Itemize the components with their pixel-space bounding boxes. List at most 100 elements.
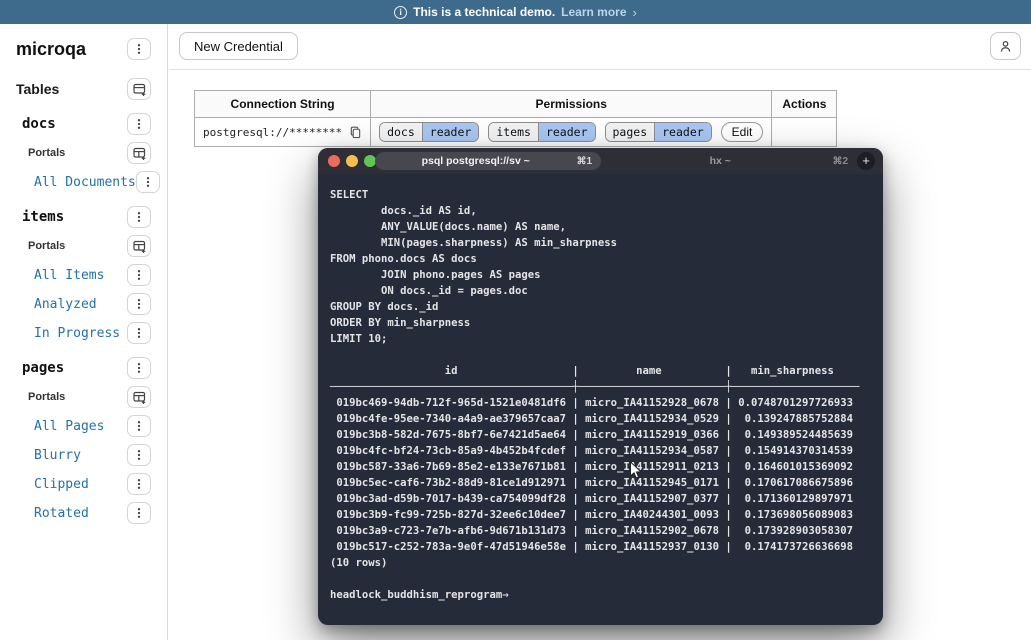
- add-portal-button[interactable]: [127, 142, 151, 164]
- portals-label: Portals: [28, 147, 65, 159]
- portal-add-icon: [132, 390, 147, 405]
- kebab-icon: [132, 210, 146, 224]
- sidebar-portal-blurry: Blurry: [0, 444, 167, 466]
- header-permissions: Permissions: [371, 91, 772, 118]
- portals-header: Portals: [0, 235, 167, 257]
- new-tab-button[interactable]: +: [857, 152, 875, 170]
- table-menu-button[interactable]: [127, 206, 151, 228]
- portals-label: Portals: [28, 391, 65, 403]
- chevron-right-icon: ›: [633, 5, 637, 20]
- portal-menu-button[interactable]: [127, 415, 151, 437]
- table-menu-button[interactable]: [127, 357, 151, 379]
- sidebar-portal-all-items: All Items: [0, 264, 167, 286]
- credentials-section: Connection String Permissions Actions po…: [169, 70, 1031, 147]
- chip-role: reader: [422, 123, 479, 141]
- sidebar-portal-in-progress: In Progress: [0, 322, 167, 344]
- portal-menu-button[interactable]: [127, 444, 151, 466]
- sidebar-portal-analyzed: Analyzed: [0, 293, 167, 315]
- portal-add-icon: [132, 239, 147, 254]
- connection-string-value: postgresql://********: [203, 126, 342, 139]
- sidebar-portal-clipped: Clipped: [0, 473, 167, 495]
- add-portal-button[interactable]: [127, 235, 151, 257]
- portal-link[interactable]: All Pages: [34, 419, 104, 434]
- add-portal-button[interactable]: [127, 386, 151, 408]
- sidebar-portal-all-documents: All Documents: [0, 171, 167, 193]
- portal-menu-button[interactable]: [127, 502, 151, 524]
- toolbar: New Credential: [169, 24, 1031, 70]
- edit-permissions-button[interactable]: Edit: [721, 122, 764, 142]
- kebab-icon: [132, 326, 146, 340]
- portal-menu-button[interactable]: [127, 322, 151, 344]
- portal-link[interactable]: Clipped: [34, 477, 89, 492]
- add-table-button[interactable]: [127, 78, 151, 100]
- table-name: pages: [22, 360, 64, 376]
- tables-section-header: Tables: [0, 78, 167, 100]
- kebab-icon: [132, 361, 146, 375]
- actions-cell: [772, 118, 837, 147]
- kebab-icon: [132, 506, 146, 520]
- app-header: microqa: [0, 38, 167, 60]
- kebab-icon: [132, 42, 146, 56]
- portal-menu-button[interactable]: [127, 293, 151, 315]
- table-name: items: [22, 209, 64, 225]
- tab-psql-shortcut: ⌘1: [576, 156, 601, 167]
- kebab-icon: [132, 117, 146, 131]
- table-add-icon: [132, 82, 147, 97]
- header-connection-string: Connection String: [195, 91, 371, 118]
- credentials-table: Connection String Permissions Actions po…: [194, 90, 837, 147]
- chip-table-name: pages: [606, 123, 655, 141]
- terminal-output[interactable]: SELECT docs._id AS id, ANY_VALUE(docs.na…: [318, 174, 883, 616]
- mouse-cursor: [629, 461, 643, 481]
- minimize-window-button[interactable]: [346, 155, 358, 167]
- portal-link[interactable]: Analyzed: [34, 297, 97, 312]
- close-window-button[interactable]: [328, 155, 340, 167]
- portal-menu-button[interactable]: [127, 473, 151, 495]
- kebab-icon: [132, 448, 146, 462]
- kebab-icon: [132, 477, 146, 491]
- demo-banner: i This is a technical demo. Learn more ›: [0, 0, 1031, 24]
- permission-chips: docsreaderitemsreaderpagesreader: [379, 122, 712, 142]
- credential-row: postgresql://******** docsreaderitemsrea…: [195, 118, 837, 147]
- permission-chip-pages: pagesreader: [605, 122, 712, 142]
- chip-table-name: items: [489, 123, 538, 141]
- portal-menu-button[interactable]: [136, 171, 160, 193]
- tables-label: Tables: [16, 81, 59, 97]
- tab-hx[interactable]: hx ~ ⌘2: [608, 152, 848, 170]
- chip-role: reader: [538, 123, 595, 141]
- account-button[interactable]: [990, 32, 1021, 60]
- info-icon: i: [394, 6, 407, 19]
- kebab-icon: [132, 268, 146, 282]
- tab-psql[interactable]: psql postgresql://sv ~ ⌘1: [375, 152, 601, 170]
- kebab-icon: [132, 297, 146, 311]
- tab-hx-shortcut: ⌘2: [832, 156, 848, 167]
- tab-psql-title: psql postgresql://sv ~: [375, 155, 576, 167]
- portal-link[interactable]: In Progress: [34, 326, 120, 341]
- kebab-icon: [141, 175, 155, 189]
- portal-menu-button[interactable]: [127, 264, 151, 286]
- terminal-window: psql postgresql://sv ~ ⌘1 hx ~ ⌘2 + SELE…: [318, 148, 883, 625]
- permission-chip-docs: docsreader: [379, 122, 479, 142]
- sidebar-portal-rotated: Rotated: [0, 502, 167, 524]
- portal-link[interactable]: Blurry: [34, 448, 81, 463]
- copy-icon[interactable]: [349, 126, 362, 139]
- banner-text: This is a technical demo.: [413, 5, 555, 19]
- sidebar-tables-list: docs Portals All Documents items Portals…: [0, 113, 167, 524]
- portal-link[interactable]: All Items: [34, 268, 104, 283]
- app-menu-button[interactable]: [127, 38, 151, 60]
- person-icon: [998, 39, 1013, 54]
- chip-table-name: docs: [380, 123, 422, 141]
- portal-link[interactable]: Rotated: [34, 506, 89, 521]
- kebab-icon: [132, 419, 146, 433]
- permission-chip-items: itemsreader: [488, 122, 595, 142]
- terminal-tabbar: psql postgresql://sv ~ ⌘1 hx ~ ⌘2 +: [318, 148, 883, 174]
- new-credential-button[interactable]: New Credential: [179, 32, 298, 60]
- header-actions: Actions: [772, 91, 837, 118]
- sidebar-table-items: items: [0, 206, 167, 228]
- learn-more-link[interactable]: Learn more: [561, 5, 626, 19]
- chip-role: reader: [654, 123, 711, 141]
- portal-link[interactable]: All Documents: [34, 175, 136, 190]
- app-title: microqa: [16, 39, 86, 60]
- table-menu-button[interactable]: [127, 113, 151, 135]
- portals-header: Portals: [0, 142, 167, 164]
- tab-hx-title: hx ~: [608, 155, 832, 167]
